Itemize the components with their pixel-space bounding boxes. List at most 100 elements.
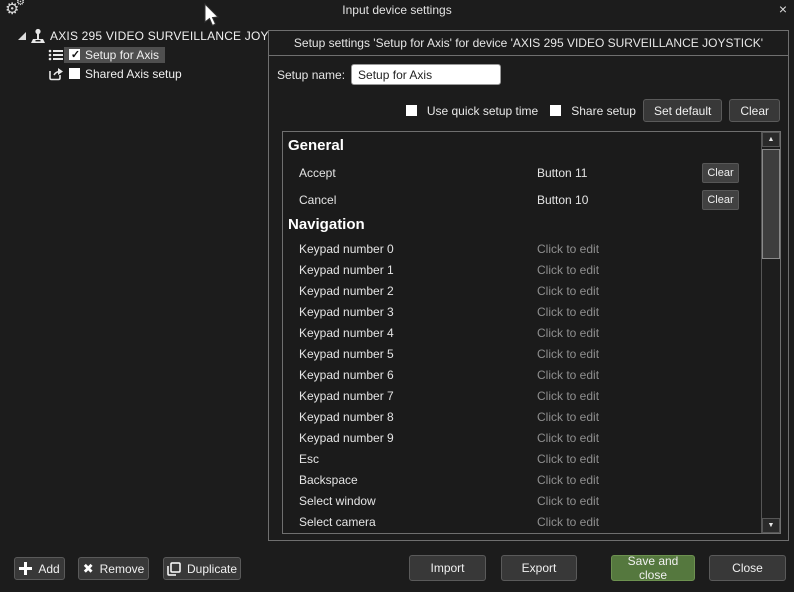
bindings-list-box: GeneralAcceptButton 11ClearCancelButton …	[282, 131, 781, 534]
share-setup-checkbox[interactable]	[550, 105, 561, 116]
binding-label: Keypad number 1	[299, 263, 394, 277]
binding-row[interactable]: Keypad number 9 Click to edit	[283, 428, 761, 449]
binding-value-placeholder[interactable]: Click to edit	[537, 284, 599, 298]
binding-label: Keypad number 2	[299, 284, 394, 298]
binding-value-placeholder[interactable]: Click to edit	[537, 410, 599, 424]
binding-label: Select camera	[299, 515, 376, 529]
add-button[interactable]: Add	[14, 557, 65, 580]
joystick-icon	[30, 28, 46, 44]
tree-expander-icon[interactable]	[18, 32, 26, 40]
tree-item-setup-for-axis[interactable]: Setup for Axis	[48, 46, 305, 63]
binding-row[interactable]: Keypad number 4Click to edit	[283, 323, 761, 344]
save-and-close-button[interactable]: Save and close	[611, 555, 695, 581]
binding-value-placeholder[interactable]: Click to edit	[537, 242, 599, 256]
remove-button[interactable]: ✖ Remove	[78, 557, 149, 580]
scrollbar-thumb[interactable]	[762, 149, 780, 259]
duplicate-icon	[167, 562, 181, 576]
binding-value-placeholder[interactable]: Click to edit	[537, 473, 599, 487]
binding-value-placeholder[interactable]: Click to edit	[537, 326, 599, 340]
binding-value-placeholder[interactable]: Click to edit	[537, 452, 599, 466]
binding-label: Backspace	[299, 473, 358, 487]
binding-value-placeholder[interactable]: Click to edit	[537, 431, 599, 445]
binding-label: Cancel	[299, 193, 336, 207]
set-default-button[interactable]: Set default	[643, 99, 722, 122]
binding-row[interactable]: Keypad number 8 Click to edit	[283, 407, 761, 428]
input-device-settings-window: { "window": { "title": "Input device set…	[0, 0, 794, 592]
binding-row[interactable]: Backspace Click to edit	[283, 470, 761, 491]
clear-button[interactable]: Clear	[729, 99, 780, 122]
binding-row[interactable]: Select camera Click to edit	[283, 512, 761, 533]
import-button-label: Import	[430, 561, 464, 575]
binding-label: Keypad number 0	[299, 242, 394, 256]
binding-row[interactable]: Keypad number 7 Click to edit	[283, 386, 761, 407]
tree-item-label: Setup for Axis	[85, 48, 159, 62]
binding-row[interactable]: Keypad number 1 Click to edit	[283, 260, 761, 281]
save-and-close-button-label: Save and close	[612, 554, 694, 582]
duplicate-button[interactable]: Duplicate	[163, 557, 241, 580]
setup-name-label: Setup name:	[277, 68, 345, 82]
binding-row[interactable]: Keypad number 2 Click to edit	[283, 281, 761, 302]
duplicate-button-label: Duplicate	[187, 562, 237, 576]
binding-row[interactable]: Select window Click to edit	[283, 491, 761, 512]
scrollbar[interactable]: ▲ ▼	[761, 132, 780, 533]
use-quick-setup-checkbox[interactable]	[406, 105, 417, 116]
binding-row[interactable]: Keypad number 3 Click to edit	[283, 302, 761, 323]
row-clear-button[interactable]: Clear	[702, 190, 739, 210]
binding-value-placeholder[interactable]: Click to edit	[537, 515, 599, 529]
binding-row[interactable]: Esc Click to edit	[283, 449, 761, 470]
row-clear-button[interactable]: Clear	[702, 163, 739, 183]
export-button[interactable]: Export	[501, 555, 577, 581]
tree-item-label: Shared Axis setup	[85, 67, 182, 81]
binding-value[interactable]: Button 11	[537, 166, 587, 180]
binding-row[interactable]: Keypad number 5 Click to edit	[283, 344, 761, 365]
binding-label: Accept	[299, 166, 336, 180]
close-icon[interactable]: ×	[779, 1, 787, 17]
binding-label: Keypad number 3	[299, 305, 394, 319]
binding-value[interactable]: Button 10	[537, 193, 588, 207]
binding-label: Keypad number 9	[299, 431, 394, 445]
binding-label: Keypad number 8	[299, 410, 394, 424]
setup-name-input[interactable]	[351, 64, 501, 85]
binding-label: Keypad number 5	[299, 347, 394, 361]
binding-value-placeholder[interactable]: Click to edit	[537, 494, 599, 508]
scroll-up-icon[interactable]: ▲	[762, 132, 780, 147]
panel-header: Setup settings 'Setup for Axis' for devi…	[269, 31, 788, 56]
close-button-label: Close	[732, 561, 763, 575]
remove-button-label: Remove	[100, 562, 145, 576]
binding-value-placeholder[interactable]: Click to edit	[537, 368, 599, 382]
binding-row[interactable]: Keypad number 0 Click to edit	[283, 239, 761, 260]
binding-value-placeholder[interactable]: Click to edit	[537, 305, 599, 319]
binding-row[interactable]: Cancel Button 10 Clear	[283, 187, 761, 214]
shared-setup-checkbox[interactable]	[69, 68, 80, 79]
tree-device-row[interactable]: AXIS 295 VIDEO SURVEILLANCE JOYSTICK	[18, 27, 305, 44]
binding-value-placeholder[interactable]: Click to edit	[537, 263, 599, 277]
import-button[interactable]: Import	[409, 555, 486, 581]
binding-row[interactable]: Accept Button 11 Clear	[283, 160, 761, 187]
tree-selected-highlight: Setup for Axis	[64, 47, 165, 63]
binding-row[interactable]: Keypad number 6 Click to edit	[283, 365, 761, 386]
binding-label: Keypad number 6	[299, 368, 394, 382]
close-button[interactable]: Close	[709, 555, 786, 581]
bindings-list: GeneralAcceptButton 11ClearCancelButton …	[283, 132, 761, 533]
use-quick-setup-label: Use quick setup time	[427, 104, 538, 118]
share-icon	[48, 67, 64, 81]
tree-item-shared-axis-setup[interactable]: Shared Axis setup	[48, 65, 305, 82]
device-tree: AXIS 295 VIDEO SURVEILLANCE JOYSTICK Set…	[18, 27, 305, 82]
setup-enabled-checkbox[interactable]	[69, 49, 80, 60]
share-setup-label: Share setup	[571, 104, 636, 118]
binding-label: Select window	[299, 494, 376, 508]
window-title: Input device settings	[0, 3, 794, 17]
binding-value-placeholder[interactable]: Click to edit	[537, 389, 599, 403]
setup-settings-panel: Setup settings 'Setup for Axis' for devi…	[268, 30, 789, 541]
binding-value-placeholder[interactable]: Click to edit	[537, 347, 599, 361]
tree-device-label: AXIS 295 VIDEO SURVEILLANCE JOYSTICK	[50, 29, 305, 43]
title-bar: ⚙ ⚙ Input device settings ×	[0, 0, 794, 20]
export-button-label: Export	[522, 561, 557, 575]
list-icon	[48, 48, 64, 62]
add-button-label: Add	[38, 562, 59, 576]
section-heading: Navigation	[283, 214, 761, 239]
binding-label: Keypad number 7	[299, 389, 394, 403]
binding-label: Esc	[299, 452, 319, 466]
scroll-down-icon[interactable]: ▼	[762, 518, 780, 533]
remove-x-icon: ✖	[83, 563, 94, 575]
